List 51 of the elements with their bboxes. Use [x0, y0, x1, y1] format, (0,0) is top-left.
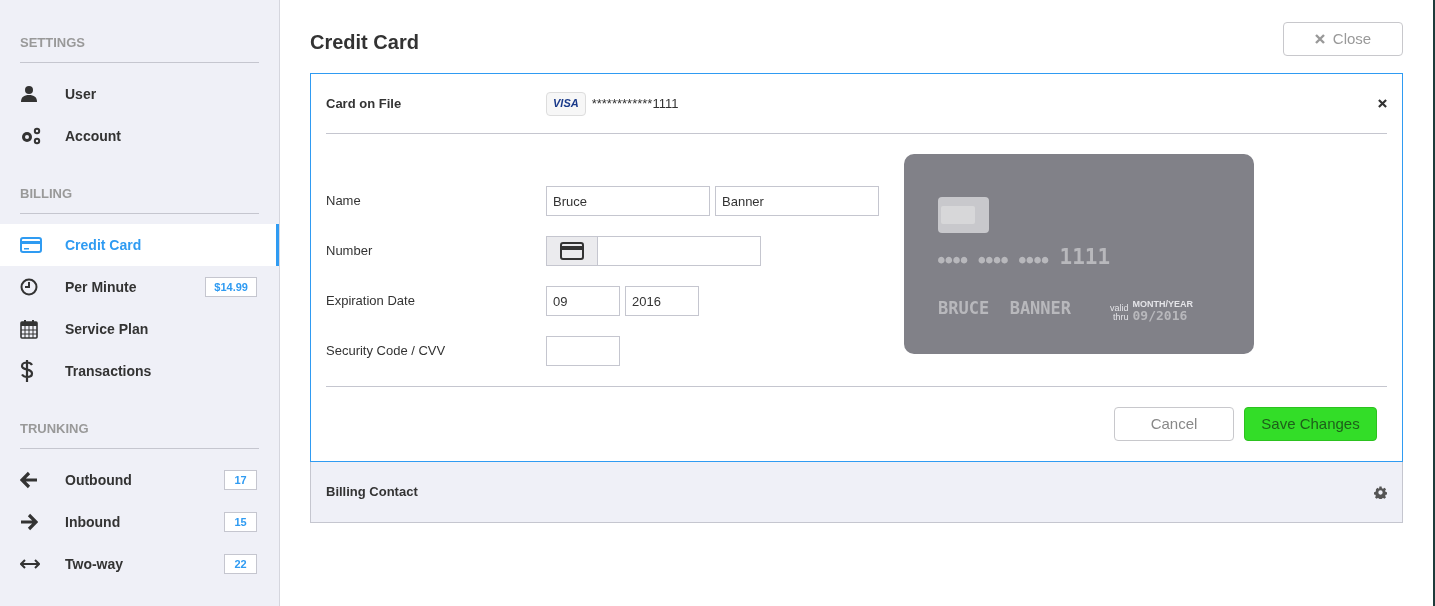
card-brand-logo: VISA: [546, 91, 586, 116]
section-heading: SETTINGS: [20, 35, 85, 50]
cancel-button[interactable]: Cancel: [1114, 407, 1234, 441]
double-arrow-icon: [20, 559, 40, 569]
input-field[interactable]: [546, 336, 620, 366]
input-field[interactable]: 09: [546, 286, 620, 316]
sidebar-item[interactable]: Outbound 17: [0, 459, 279, 501]
save-button[interactable]: Save Changes: [1244, 407, 1377, 441]
sidebar-item[interactable]: Two-way 22: [0, 543, 279, 585]
chip-icon: [938, 197, 989, 233]
section-heading: BILLING: [20, 186, 72, 201]
sidebar-item[interactable]: User: [0, 73, 279, 115]
calendar-icon: [20, 319, 38, 339]
sidebar-item[interactable]: Inbound 15: [0, 501, 279, 543]
sidebar-item[interactable]: Per Minute $14.99: [0, 266, 279, 308]
panel-title: Card on File: [326, 94, 403, 113]
input-field[interactable]: Bruce: [546, 186, 710, 216]
left-arrow-icon: [20, 471, 38, 489]
sidebar-item[interactable]: Transactions: [0, 350, 279, 392]
dollar-icon: [20, 360, 34, 382]
month-year-label: MONTH/YEAR: [1132, 298, 1193, 309]
page-title: Credit Card: [310, 30, 419, 55]
masked-digits: ●●●●: [978, 251, 1009, 268]
credit-card-icon: [20, 236, 42, 254]
sidebar-item[interactable]: Account: [0, 115, 279, 157]
count-badge: $14.99: [205, 277, 257, 297]
input-field[interactable]: 2016: [625, 286, 699, 316]
masked-card-number: ************1111: [591, 94, 679, 113]
input-field[interactable]: Banner: [715, 186, 879, 216]
masked-digits: ●●●●: [938, 251, 969, 268]
field-label: Name: [326, 192, 362, 211]
count-badge: 17: [224, 470, 257, 490]
valid-thru-label: thru: [1113, 312, 1129, 322]
close-icon: [1314, 34, 1325, 44]
credit-card-icon: [560, 242, 584, 260]
user-icon: [20, 85, 38, 103]
card-number-field[interactable]: [546, 236, 761, 266]
section-heading: TRUNKING: [20, 421, 89, 436]
panel-title: Billing Contact: [326, 483, 419, 502]
masked-digits: ●●●●: [1019, 251, 1050, 268]
count-badge: 15: [224, 512, 257, 532]
field-label: Expiration Date: [326, 292, 416, 311]
sidebar-item[interactable]: Service Plan: [0, 308, 279, 350]
field-label: Number: [326, 242, 374, 261]
field-label: Security Code / CVV: [326, 342, 447, 361]
settings-icon[interactable]: [1374, 485, 1387, 499]
valid-thru-label: valid: [1110, 303, 1129, 313]
close-icon[interactable]: [1378, 99, 1387, 108]
count-badge: 22: [224, 554, 257, 574]
clock-icon: [20, 278, 38, 296]
right-arrow-icon: [20, 513, 38, 531]
